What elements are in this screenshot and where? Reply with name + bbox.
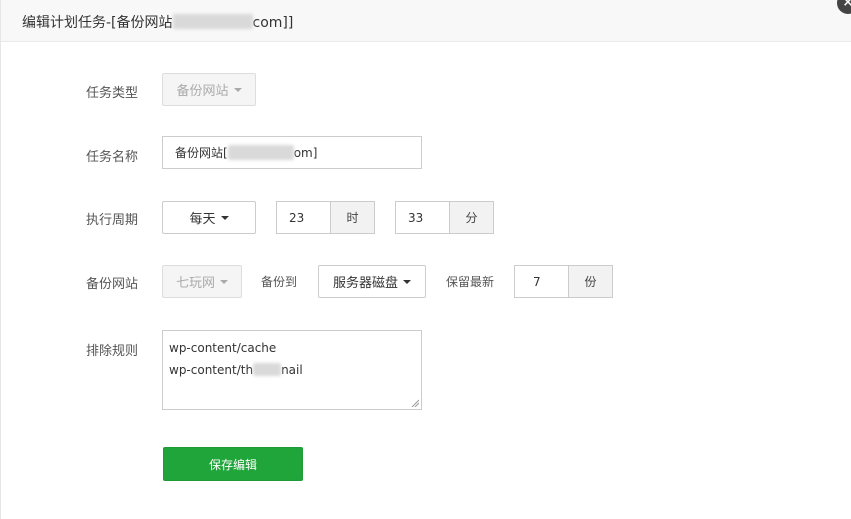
dialog-title-prefix: 编辑计划任务-[备份网站	[22, 15, 173, 31]
hour-input[interactable]: 23	[276, 201, 331, 234]
frequency-value: 每天	[189, 212, 216, 227]
exclude-line-1: wp-content/cache	[169, 341, 277, 355]
keep-count-value: 7	[533, 274, 541, 289]
task-name-label: 任务名称	[86, 150, 139, 165]
dialog-title: 编辑计划任务-[备份网站 com]]	[22, 12, 293, 32]
task-name-input[interactable]: 备份网站[ om]	[162, 136, 422, 169]
dialog-titlebar: 编辑计划任务-[备份网站 com]]	[1, 0, 851, 42]
hour-unit: 时	[330, 201, 375, 234]
backup-to-label: 备份到	[261, 275, 298, 289]
chevron-down-icon	[220, 279, 228, 284]
edit-task-dialog: 编辑计划任务-[备份网站 com]] × 任务类型 备份网站 任务名称 备份网站[…	[0, 0, 851, 519]
chevron-down-icon	[220, 215, 229, 220]
task-type-label: 任务类型	[86, 86, 139, 101]
redacted-block	[253, 363, 282, 376]
task-name-suffix: om]	[293, 145, 318, 160]
backup-site-value: 七玩网	[175, 276, 215, 291]
redacted-block	[227, 145, 294, 160]
keep-latest-label: 保留最新	[446, 275, 495, 289]
resize-grip-icon[interactable]	[411, 399, 419, 407]
period-label: 执行周期	[86, 213, 139, 228]
minute-value: 33	[408, 210, 424, 225]
save-edit-button[interactable]: 保存编辑	[163, 447, 303, 481]
exclude-line-2: wp-content/th nail	[169, 359, 415, 381]
backup-site-label: 备份网站	[86, 277, 139, 292]
chevron-down-icon	[403, 279, 411, 284]
exclude-rules-label: 排除规则	[86, 344, 139, 359]
task-type-select[interactable]: 备份网站	[162, 73, 256, 106]
exclude-line-2-prefix: wp-content/th	[169, 363, 254, 377]
dialog-title-suffix: com]]	[252, 15, 294, 31]
exclude-rules-textarea[interactable]: wp-content/cache wp-content/th nail	[162, 330, 422, 410]
task-name-prefix: 备份网站[	[175, 146, 228, 160]
keep-unit: 份	[568, 265, 613, 298]
chevron-down-icon	[233, 87, 242, 92]
minute-input[interactable]: 33	[395, 201, 450, 234]
minute-unit: 分	[449, 201, 494, 234]
backup-to-value: 服务器磁盘	[332, 276, 398, 291]
frequency-select[interactable]: 每天	[162, 201, 256, 234]
backup-site-select[interactable]: 七玩网	[162, 265, 242, 298]
exclude-line-2-suffix: nail	[281, 363, 303, 377]
backup-to-select[interactable]: 服务器磁盘	[318, 265, 426, 298]
hour-value: 23	[289, 210, 305, 225]
task-type-value: 备份网站	[176, 84, 229, 99]
keep-count-input[interactable]: 7	[514, 265, 569, 298]
redacted-block	[172, 14, 253, 29]
